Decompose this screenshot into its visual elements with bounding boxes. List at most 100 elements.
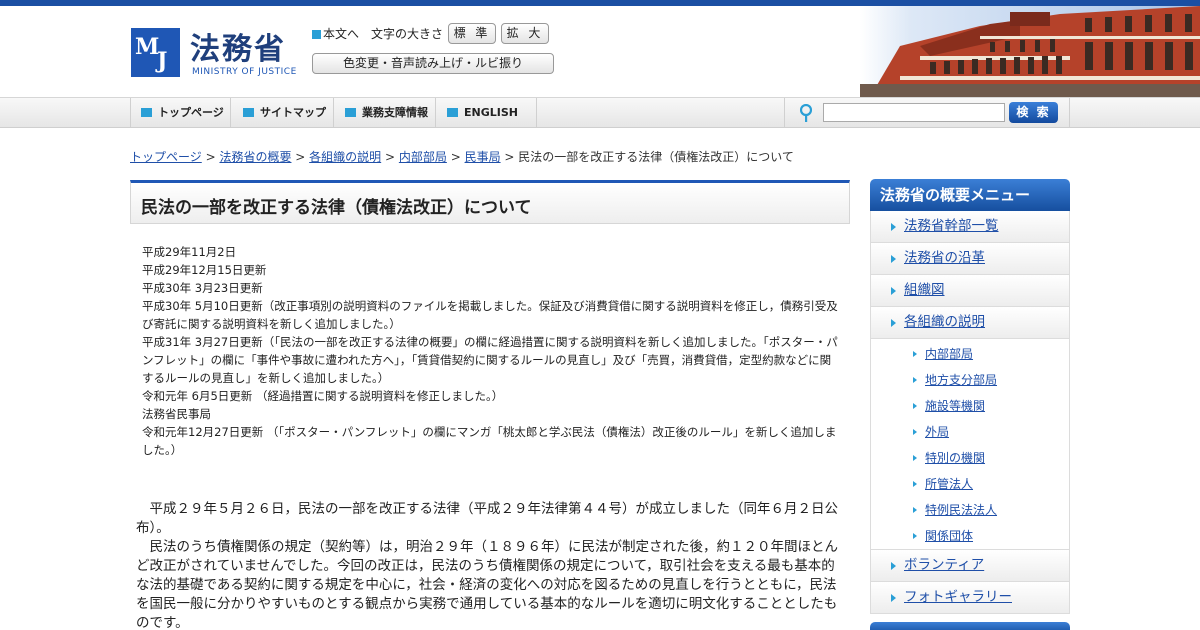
- update-entry: 平成30年 3月23日更新: [142, 281, 263, 295]
- sidebar-subitem-label[interactable]: 施設等機関: [925, 399, 985, 413]
- arrow-right-icon: [891, 319, 896, 327]
- article-body: 平成２９年５月２６日，民法の一部を改正する法律（平成２９年法律第４４号）が成立し…: [136, 500, 842, 630]
- global-nav: トップページ サイトマップ 業務支障情報 ENGLISH 検 索: [0, 97, 1200, 128]
- breadcrumb-link-internal-bureaus[interactable]: 内部部局: [399, 150, 447, 164]
- nav-home-label: トップページ: [158, 106, 224, 119]
- nav-business-info[interactable]: 業務支障情報: [335, 98, 436, 127]
- sidebar-subitem-label[interactable]: 特別の機関: [925, 451, 985, 465]
- nav-sitemap-label: サイトマップ: [260, 106, 326, 119]
- site-header: M J 法務省 MINISTRY OF JUSTICE 本文へ 文字の大きさ 標…: [0, 6, 1200, 97]
- sidebar-item-label[interactable]: ボランティア: [904, 557, 984, 573]
- arrow-right-icon: [891, 594, 896, 602]
- sidebar-subitem-label[interactable]: 外局: [925, 425, 949, 439]
- sidebar-item-label[interactable]: 各組織の説明: [904, 314, 985, 330]
- arrow-right-icon: [913, 455, 917, 461]
- sidebar-submenu: 内部部局 地方支分部局 施設等機関 外局 特別の機関 所管法人 特例民法法人 関…: [870, 339, 1070, 550]
- logo-letter-m: M: [135, 34, 160, 60]
- page-title: 民法の一部を改正する法律（債権法改正）について: [141, 198, 532, 218]
- arrow-right-icon: [913, 403, 917, 409]
- nav-home[interactable]: トップページ: [130, 98, 231, 127]
- accessibility-button[interactable]: 色変更・音声読み上げ・ルビ振り: [312, 53, 554, 74]
- skip-to-content-link[interactable]: 本文へ: [312, 25, 359, 42]
- arrow-right-icon: [891, 287, 896, 295]
- breadcrumb-current: 民法の一部を改正する法律（債権法改正）について: [518, 150, 794, 164]
- sidebar-item-history[interactable]: 法務省の沿革: [870, 243, 1070, 275]
- nav-business-label: 業務支障情報: [362, 106, 428, 119]
- arrow-right-icon: [913, 481, 917, 487]
- update-entry: 令和元年 6月5日更新 （経過措置に関する説明資料を修正しました。）: [142, 389, 504, 403]
- update-entry: 法務省民事局: [142, 407, 211, 421]
- sidebar-subitem-special-organs[interactable]: 特別の機関: [871, 445, 1069, 471]
- sidebar-item-label[interactable]: 法務省の沿革: [904, 250, 985, 266]
- sidebar-subitem-label[interactable]: 所管法人: [925, 477, 973, 491]
- globe-icon: [447, 108, 458, 117]
- search-input[interactable]: [823, 103, 1005, 122]
- search-pin-icon: [800, 104, 812, 122]
- breadcrumb-separator: >: [201, 150, 220, 164]
- breadcrumb-link-civil-affairs[interactable]: 民事局: [465, 150, 501, 164]
- update-entry: 平成29年12月15日更新: [142, 263, 267, 277]
- sidebar-item-org-chart[interactable]: 組織図: [870, 275, 1070, 307]
- breadcrumb: トップページ > 法務省の概要 > 各組織の説明 > 内部部局 > 民事局 > …: [130, 148, 794, 165]
- breadcrumb-link-top[interactable]: トップページ: [130, 150, 202, 164]
- update-entry: 令和元年12月27日更新 （「ポスター・パンフレット」の欄にマンガ「桃太郎と学ぶ…: [142, 425, 837, 457]
- update-entry: 平成29年11月2日: [142, 245, 237, 259]
- arrow-right-icon: [913, 533, 917, 539]
- ministry-building-image: [860, 6, 1200, 97]
- search-button[interactable]: 検 索: [1009, 102, 1058, 123]
- arrow-right-icon: [913, 429, 917, 435]
- sidebar-item-executives[interactable]: 法務省幹部一覧: [870, 211, 1070, 243]
- arrow-right-icon: [891, 223, 896, 231]
- sitemap-icon: [243, 108, 254, 117]
- font-size-standard-button[interactable]: 標 準: [448, 23, 496, 44]
- moj-logo-mark[interactable]: M J: [131, 28, 180, 77]
- arrow-right-icon: [891, 562, 896, 570]
- update-entry: 平成31年 3月27日更新（「民法の一部を改正する法律の概要」の欄に経過措置に関…: [142, 335, 838, 385]
- sidebar-item-organizations[interactable]: 各組織の説明: [870, 307, 1070, 339]
- sidebar-item-label[interactable]: フォトギャラリー: [904, 589, 1012, 605]
- sidebar-subitem-label[interactable]: 内部部局: [925, 347, 973, 361]
- breadcrumb-separator: >: [500, 150, 519, 164]
- nav-english-label: ENGLISH: [464, 106, 518, 119]
- skip-link-label: 本文へ: [323, 27, 360, 41]
- arrow-right-icon: [913, 377, 917, 383]
- sidebar-next-section-header: [870, 622, 1070, 630]
- sidebar-subitem-special-civil-corporations[interactable]: 特例民法法人: [871, 497, 1069, 523]
- arrow-right-icon: [891, 255, 896, 263]
- nav-english[interactable]: ENGLISH: [437, 98, 537, 127]
- sidebar-subitem-facilities[interactable]: 施設等機関: [871, 393, 1069, 419]
- sidebar-item-photo-gallery[interactable]: フォトギャラリー: [870, 582, 1070, 614]
- article-paragraph: 民法のうち債権関係の規定（契約等）は，明治２９年（１８９６年）に民法が制定された…: [136, 539, 838, 630]
- site-subtitle: MINISTRY OF JUSTICE: [192, 67, 297, 77]
- font-size-label: 文字の大きさ: [371, 27, 444, 41]
- sidebar-subitem-label[interactable]: 地方支分部局: [925, 373, 997, 387]
- page-title-box: 民法の一部を改正する法律（債権法改正）について: [130, 180, 850, 224]
- sidebar-subitem-affiliated-corporations[interactable]: 所管法人: [871, 471, 1069, 497]
- update-history: 平成29年11月2日 平成29年12月15日更新 平成30年 3月23日更新 平…: [142, 243, 842, 459]
- nav-sitemap[interactable]: サイトマップ: [233, 98, 334, 127]
- sidebar-item-label[interactable]: 法務省幹部一覧: [904, 218, 999, 234]
- square-bullet-icon: [312, 30, 321, 39]
- sidebar-subitem-related-organizations[interactable]: 関係団体: [871, 523, 1069, 549]
- sidebar-item-label[interactable]: 組織図: [904, 282, 945, 298]
- sidebar-item-volunteer[interactable]: ボランティア: [870, 550, 1070, 582]
- arrow-right-icon: [913, 351, 917, 357]
- breadcrumb-link-overview[interactable]: 法務省の概要: [219, 150, 291, 164]
- breadcrumb-separator: >: [291, 150, 310, 164]
- font-size-large-button[interactable]: 拡 大: [501, 23, 549, 44]
- sidebar-subitem-internal-bureaus[interactable]: 内部部局: [871, 341, 1069, 367]
- breadcrumb-separator: >: [446, 150, 465, 164]
- logo-letter-j: J: [157, 48, 168, 74]
- sidebar-menu: 法務省幹部一覧 法務省の沿革 組織図 各組織の説明 内部部局 地方支分部局 施設…: [870, 211, 1070, 614]
- article-paragraph: 平成２９年５月２６日，民法の一部を改正する法律（平成２９年法律第４４号）が成立し…: [136, 501, 838, 536]
- sidebar-subitem-label[interactable]: 関係団体: [925, 529, 973, 543]
- search-area: 検 索: [784, 98, 1070, 127]
- sidebar-subitem-label[interactable]: 特例民法法人: [925, 503, 997, 517]
- sidebar-subitem-regional-bureaus[interactable]: 地方支分部局: [871, 367, 1069, 393]
- breadcrumb-separator: >: [381, 150, 399, 164]
- site-title[interactable]: 法務省: [190, 24, 286, 68]
- sidebar-subitem-external-bureaus[interactable]: 外局: [871, 419, 1069, 445]
- sidebar-title: 法務省の概要メニュー: [870, 179, 1070, 211]
- breadcrumb-link-organizations[interactable]: 各組織の説明: [309, 150, 381, 164]
- arrow-right-icon: [913, 507, 917, 513]
